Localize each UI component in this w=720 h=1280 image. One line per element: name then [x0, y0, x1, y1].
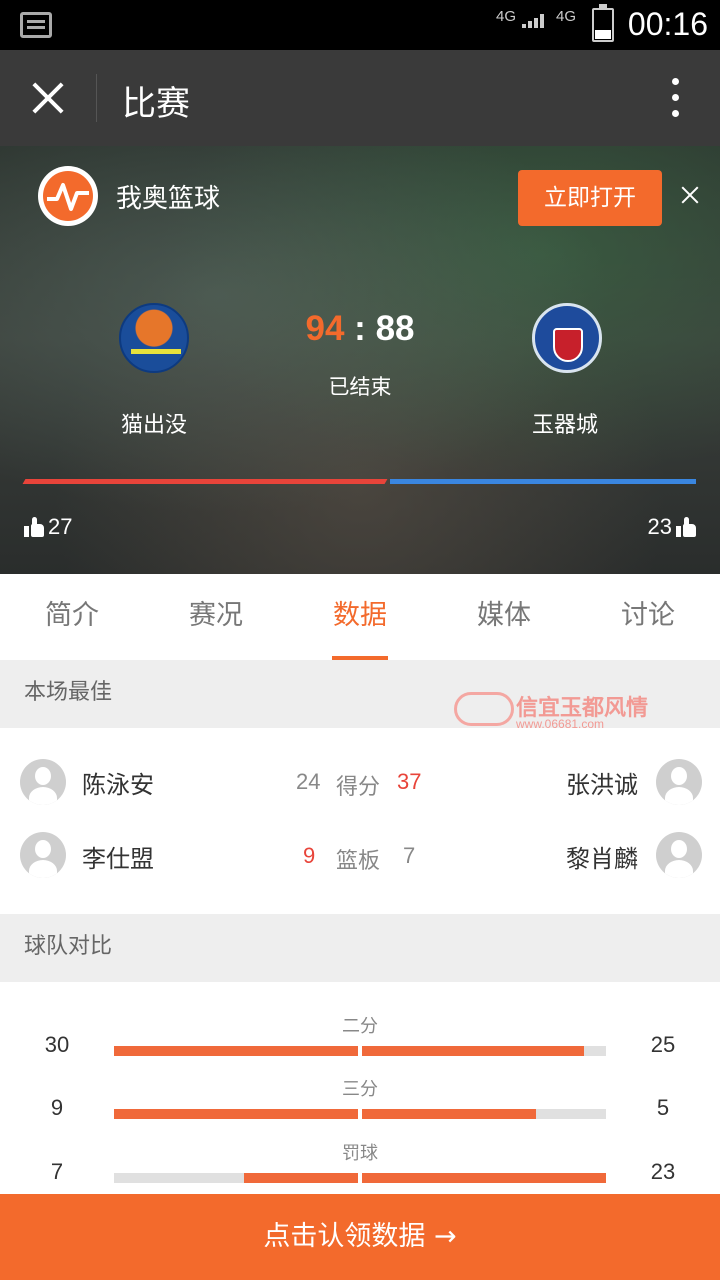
away-stat-value: 7 — [403, 843, 416, 868]
status-bar: 4G 4G 00:16 — [0, 0, 720, 50]
compare-section-header: 球队对比 — [0, 914, 720, 982]
app-name: 我奥篮球 — [116, 184, 221, 214]
compare-home-bar — [114, 1109, 358, 1119]
compare-home-fill — [114, 1109, 358, 1119]
compare-away-value: 25 — [650, 1032, 676, 1057]
tab-data[interactable]: 数据 — [288, 574, 432, 660]
match-score: 94 : 88 — [260, 309, 460, 349]
signal-icon-1 — [522, 12, 544, 28]
compare-home-value: 9 — [50, 1095, 64, 1120]
compare-home-fill — [244, 1173, 358, 1183]
network-label-2: 4G — [556, 8, 577, 25]
away-player-name: 张洪诚 — [566, 771, 638, 799]
compare-home-value: 30 — [44, 1032, 70, 1057]
home-support-bar — [22, 479, 388, 484]
best-players: 陈泳安 24 得分 37 张洪诚 李仕盟 9 篮板 7 黎肖麟 — [0, 728, 720, 914]
home-stat-value: 9 — [303, 843, 316, 868]
away-team-name: 玉器城 — [531, 413, 598, 438]
match-status: 已结束 — [328, 375, 392, 399]
home-player-name: 陈泳安 — [82, 771, 154, 799]
home-score: 94 — [305, 309, 345, 348]
away-player-name: 黎肖麟 — [566, 845, 638, 873]
watermark-logo: 信宜玉都风情 www.06681.com — [454, 684, 674, 734]
compare-away-bar — [362, 1173, 606, 1183]
compare-label: 二分 — [342, 1016, 378, 1037]
thumbs-up-icon — [676, 517, 696, 537]
banner-close-icon[interactable] — [676, 182, 704, 210]
stat-label: 篮板 — [336, 849, 381, 874]
away-like-button[interactable]: 23 — [648, 514, 696, 540]
away-stat-value: 37 — [397, 769, 422, 794]
battery-icon — [592, 4, 614, 42]
title-divider — [96, 74, 97, 122]
avatar — [20, 759, 66, 805]
compare-home-bar — [114, 1046, 358, 1056]
home-team-name: 猫出没 — [120, 413, 187, 438]
compare-away-fill — [362, 1109, 537, 1119]
compare-away-bar — [362, 1109, 606, 1119]
compare-away-fill — [362, 1173, 606, 1183]
compare-away-fill — [362, 1046, 584, 1056]
close-icon[interactable] — [30, 80, 66, 116]
stat-label: 得分 — [336, 775, 381, 800]
avatar — [656, 832, 702, 878]
status-time: 00:16 — [627, 6, 708, 42]
home-like-count: 27 — [48, 514, 73, 539]
tab-media[interactable]: 媒体 — [432, 574, 576, 660]
claim-data-button[interactable]: 点击认领数据 → — [0, 1194, 720, 1280]
away-team-logo[interactable] — [532, 303, 602, 373]
network-label-1: 4G — [496, 8, 517, 25]
compare-away-value: 5 — [656, 1095, 670, 1120]
cloud-icon — [454, 692, 514, 726]
compare-label: 三分 — [342, 1079, 378, 1100]
tab-intro[interactable]: 简介 — [0, 574, 144, 660]
tab-live[interactable]: 赛况 — [144, 574, 288, 660]
avatar — [656, 759, 702, 805]
avatar — [20, 832, 66, 878]
title-bar: 比赛 — [0, 50, 720, 146]
page-title: 比赛 — [122, 84, 190, 124]
compare-away-value: 23 — [650, 1159, 676, 1184]
compare-home-bar — [114, 1173, 358, 1183]
compare-home-value: 7 — [50, 1159, 64, 1184]
compare-home-fill — [114, 1046, 358, 1056]
tab-bar: 简介 赛况 数据 媒体 讨论 — [0, 574, 720, 660]
open-app-button[interactable]: 立即打开 — [518, 170, 662, 226]
home-team-logo[interactable] — [119, 303, 189, 373]
match-hero: 我奥篮球 立即打开 94 : 88 已结束 猫出没 玉器城 27 23 — [0, 146, 720, 574]
score-separator: : — [354, 309, 366, 348]
more-menu-icon[interactable] — [672, 78, 680, 118]
home-like-button[interactable]: 27 — [24, 514, 72, 540]
app-logo-icon — [38, 166, 98, 226]
away-support-bar — [390, 479, 696, 484]
home-stat-value: 24 — [296, 769, 321, 794]
thumbs-up-icon — [24, 517, 44, 537]
compare-away-bar — [362, 1046, 606, 1056]
tab-discussion[interactable]: 讨论 — [576, 574, 720, 660]
message-notification-icon — [20, 12, 52, 38]
home-player-name: 李仕盟 — [82, 845, 154, 873]
compare-label: 罚球 — [342, 1143, 378, 1164]
away-like-count: 23 — [647, 514, 672, 539]
away-score: 88 — [375, 309, 415, 348]
